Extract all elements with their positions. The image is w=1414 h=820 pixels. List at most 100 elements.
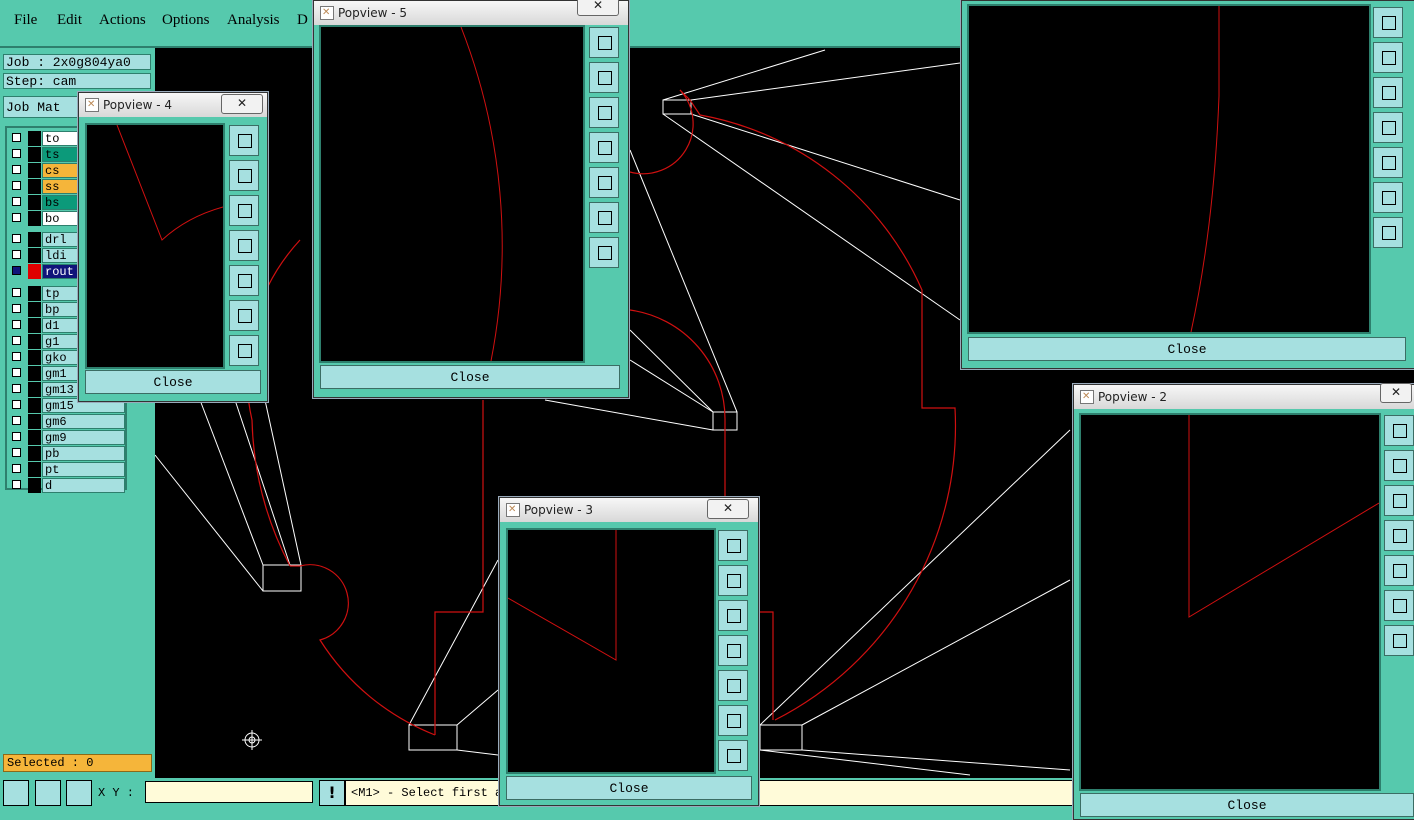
popview-5-close-icon[interactable]: ✕ bbox=[577, 0, 619, 16]
layer-row-d[interactable]: d bbox=[9, 478, 125, 493]
zoom-fit-icon[interactable] bbox=[229, 300, 259, 331]
pan-down-icon[interactable] bbox=[718, 600, 748, 631]
popview-3-close-icon[interactable]: ✕ bbox=[707, 499, 749, 519]
pan-left-icon[interactable] bbox=[589, 132, 619, 163]
popview-3-close-button[interactable]: Close bbox=[506, 776, 752, 800]
alert-icon[interactable]: ! bbox=[319, 780, 345, 806]
layer-checkbox[interactable] bbox=[12, 213, 21, 222]
zoom-marker-box bbox=[662, 99, 692, 115]
layer-name: gm9 bbox=[42, 430, 125, 445]
zoom-in-icon[interactable] bbox=[718, 740, 748, 771]
zoom-in-icon[interactable] bbox=[1384, 625, 1414, 656]
zoom-fit-icon[interactable] bbox=[589, 202, 619, 233]
layer-checkbox[interactable] bbox=[12, 400, 21, 409]
pan-down-icon[interactable] bbox=[1373, 77, 1403, 108]
layer-color-swatch bbox=[28, 286, 41, 301]
pan-up-icon[interactable] bbox=[1373, 42, 1403, 73]
layer-checkbox[interactable] bbox=[12, 304, 21, 313]
popview-5-close-button[interactable]: Close bbox=[320, 365, 620, 389]
menu-options[interactable]: Options bbox=[162, 12, 210, 29]
layer-row-pb[interactable]: pb bbox=[9, 446, 125, 461]
menu-file[interactable]: File bbox=[14, 12, 37, 29]
zoom-fit-icon[interactable] bbox=[1384, 590, 1414, 621]
xy-input[interactable] bbox=[145, 781, 313, 803]
layer-checkbox[interactable] bbox=[12, 384, 21, 393]
menu-d[interactable]: D bbox=[297, 12, 308, 29]
layer-checkbox[interactable] bbox=[12, 432, 21, 441]
layer-color-swatch bbox=[28, 478, 41, 493]
zoom-home-icon[interactable] bbox=[229, 125, 259, 156]
pan-right-icon[interactable] bbox=[589, 167, 619, 198]
pan-left-icon[interactable] bbox=[1384, 520, 1414, 551]
popview-2-close-button[interactable]: Close bbox=[1080, 793, 1414, 817]
layer-checkbox[interactable] bbox=[12, 149, 21, 158]
menu-edit[interactable]: Edit bbox=[57, 12, 82, 29]
pan-up-icon[interactable] bbox=[589, 62, 619, 93]
pan-right-icon[interactable] bbox=[229, 265, 259, 296]
popview-4-close-button[interactable]: Close bbox=[85, 370, 261, 394]
menu-actions[interactable]: Actions bbox=[99, 12, 146, 29]
layer-checkbox[interactable] bbox=[12, 464, 21, 473]
layer-checkbox[interactable] bbox=[12, 266, 21, 275]
zoom-in-icon[interactable] bbox=[1373, 217, 1403, 248]
select-tool-icon[interactable] bbox=[3, 780, 29, 806]
layer-checkbox[interactable] bbox=[12, 368, 21, 377]
layer-checkbox[interactable] bbox=[12, 197, 21, 206]
zoom-fit-icon[interactable] bbox=[1373, 182, 1403, 213]
pan-down-icon[interactable] bbox=[589, 97, 619, 128]
popview-top-right-window: Close bbox=[961, 0, 1414, 369]
zoom-home-icon[interactable] bbox=[718, 530, 748, 561]
pan-right-icon[interactable] bbox=[1384, 555, 1414, 586]
popview-top-right-close-button[interactable]: Close bbox=[968, 337, 1406, 361]
layer-color-swatch bbox=[28, 163, 41, 178]
popview-2-canvas[interactable] bbox=[1079, 413, 1381, 791]
pan-down-icon[interactable] bbox=[1384, 485, 1414, 516]
layer-checkbox[interactable] bbox=[12, 234, 21, 243]
layer-checkbox[interactable] bbox=[12, 181, 21, 190]
popview-4-canvas[interactable] bbox=[85, 123, 225, 369]
pan-up-icon[interactable] bbox=[229, 160, 259, 191]
layer-checkbox[interactable] bbox=[12, 352, 21, 361]
layer-checkbox[interactable] bbox=[12, 480, 21, 489]
popview-top-right-canvas[interactable] bbox=[967, 4, 1371, 334]
layer-color-swatch bbox=[28, 382, 41, 397]
pan-left-icon[interactable] bbox=[229, 230, 259, 261]
snap-grid-icon[interactable] bbox=[66, 780, 92, 806]
zoom-home-icon[interactable] bbox=[589, 27, 619, 58]
layer-checkbox[interactable] bbox=[12, 288, 21, 297]
app-icon bbox=[85, 94, 99, 116]
layer-checkbox[interactable] bbox=[12, 336, 21, 345]
layer-checkbox[interactable] bbox=[12, 416, 21, 425]
menu-analysis[interactable]: Analysis bbox=[227, 12, 280, 29]
layer-checkbox[interactable] bbox=[12, 448, 21, 457]
pan-left-icon[interactable] bbox=[718, 635, 748, 666]
zoom-home-icon[interactable] bbox=[1373, 7, 1403, 38]
zoom-in-icon[interactable] bbox=[589, 237, 619, 268]
layer-row-pt[interactable]: pt bbox=[9, 462, 125, 477]
layer-name: pb bbox=[42, 446, 125, 461]
pan-up-icon[interactable] bbox=[718, 565, 748, 596]
popview-3-canvas[interactable] bbox=[506, 528, 716, 774]
layer-checkbox[interactable] bbox=[12, 133, 21, 142]
zoom-home-icon[interactable] bbox=[1384, 415, 1414, 446]
layer-row-gm6[interactable]: gm6 bbox=[9, 414, 125, 429]
zoom-fit-icon[interactable] bbox=[718, 705, 748, 736]
popview-2-close-icon[interactable]: ✕ bbox=[1380, 383, 1412, 403]
layer-checkbox[interactable] bbox=[12, 165, 21, 174]
popview-4-close-icon[interactable]: ✕ bbox=[221, 94, 263, 114]
pan-left-icon[interactable] bbox=[1373, 112, 1403, 143]
popview-5-canvas[interactable] bbox=[319, 25, 585, 363]
zoom-in-icon[interactable] bbox=[229, 335, 259, 366]
job-matrix-label: Job Mat bbox=[6, 100, 61, 115]
measure-tool-icon[interactable] bbox=[35, 780, 61, 806]
pan-up-icon[interactable] bbox=[1384, 450, 1414, 481]
layer-color-swatch bbox=[28, 430, 41, 445]
pan-right-icon[interactable] bbox=[718, 670, 748, 701]
layer-checkbox[interactable] bbox=[12, 320, 21, 329]
layer-checkbox[interactable] bbox=[12, 250, 21, 259]
popview-2-titlebar[interactable]: Popview - 2 bbox=[1074, 385, 1414, 409]
pan-down-icon[interactable] bbox=[229, 195, 259, 226]
layer-row-gm9[interactable]: gm9 bbox=[9, 430, 125, 445]
zoom-marker-box bbox=[759, 724, 803, 751]
pan-right-icon[interactable] bbox=[1373, 147, 1403, 178]
